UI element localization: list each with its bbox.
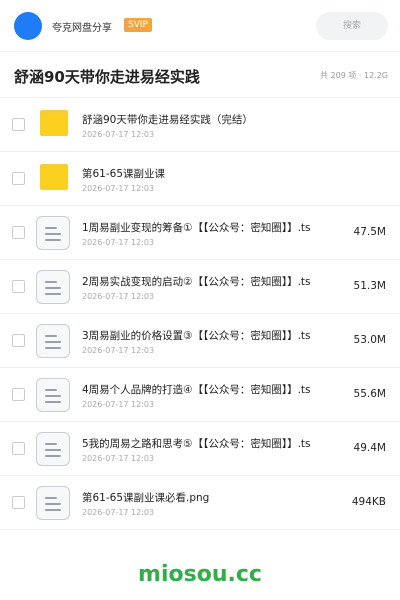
file-name[interactable]: 舒涵90天带你走进易经实践（完结） — [82, 112, 253, 127]
file-name[interactable]: 1周易副业变现的筹备①【【公众号：密知圈】】.ts — [82, 220, 311, 235]
avatar[interactable] — [14, 12, 42, 40]
select-checkbox[interactable] — [12, 388, 25, 401]
share-name: 夸克网盘分享 — [52, 23, 112, 34]
list-item[interactable]: 1周易副业变现的筹备①【【公众号：密知圈】】.ts 2026-07-17 12:… — [0, 206, 400, 260]
document-icon — [36, 216, 70, 250]
file-summary: 共 209 项 · 12.2G — [320, 71, 388, 80]
file-date: 2026-07-17 12:03 — [82, 292, 155, 301]
document-icon — [36, 378, 70, 412]
file-size: 55.6M — [353, 388, 386, 400]
folder-icon — [40, 164, 68, 190]
watermark: miosou.cc — [138, 562, 262, 587]
file-date: 2026-07-17 12:03 — [82, 130, 155, 139]
document-icon — [36, 486, 70, 520]
list-item[interactable]: 4周易个人品牌的打造④【【公众号：密知圈】】.ts 2026-07-17 12:… — [0, 368, 400, 422]
list-item[interactable]: 2周易实战变现的启动②【【公众号：密知圈】】.ts 2026-07-17 12:… — [0, 260, 400, 314]
page-title: 舒涵90天带你走进易经实践 — [14, 68, 200, 86]
list-item[interactable]: 3周易副业的价格设置③【【公众号：密知圈】】.ts 2026-07-17 12:… — [0, 314, 400, 368]
file-date: 2026-07-17 12:03 — [82, 184, 155, 193]
document-icon — [36, 324, 70, 358]
document-icon — [36, 432, 70, 466]
folder-icon — [40, 110, 68, 136]
file-size: 53.0M — [353, 334, 386, 346]
file-name[interactable]: 第61-65课副业课必看.png — [82, 490, 209, 505]
file-name[interactable]: 4周易个人品牌的打造④【【公众号：密知圈】】.ts — [82, 382, 311, 397]
file-size: 49.4M — [353, 442, 386, 454]
select-checkbox[interactable] — [12, 334, 25, 347]
file-date: 2026-07-17 12:03 — [82, 508, 155, 517]
select-checkbox[interactable] — [12, 118, 25, 131]
file-size: 51.3M — [353, 280, 386, 292]
list-item[interactable]: 第61-65课副业课必看.png 2026-07-17 12:03 494KB — [0, 476, 400, 530]
app-header: 夸克网盘分享 SVIP 搜索 — [0, 0, 400, 52]
file-date: 2026-07-17 12:03 — [82, 400, 155, 409]
file-date: 2026-07-17 12:03 — [82, 454, 155, 463]
list-item[interactable]: 第61-65课副业课 2026-07-17 12:03 — [0, 152, 400, 206]
file-name[interactable]: 5我的周易之路和思考⑤【【公众号：密知圈】】.ts — [82, 436, 311, 451]
select-checkbox[interactable] — [12, 442, 25, 455]
file-name[interactable]: 3周易副业的价格设置③【【公众号：密知圈】】.ts — [82, 328, 311, 343]
file-name[interactable]: 2周易实战变现的启动②【【公众号：密知圈】】.ts — [82, 274, 311, 289]
svip-badge: SVIP — [124, 18, 152, 32]
file-name[interactable]: 第61-65课副业课 — [82, 166, 165, 181]
file-list: 舒涵90天带你走进易经实践（完结） 2026-07-17 12:03 第61-6… — [0, 98, 400, 530]
select-checkbox[interactable] — [12, 280, 25, 293]
file-date: 2026-07-17 12:03 — [82, 238, 155, 247]
search-placeholder: 搜索 — [342, 21, 361, 31]
document-icon — [36, 270, 70, 304]
list-item[interactable]: 舒涵90天带你走进易经实践（完结） 2026-07-17 12:03 — [0, 98, 400, 152]
file-date: 2026-07-17 12:03 — [82, 346, 155, 355]
file-size: 494KB — [351, 496, 386, 508]
title-bar: 舒涵90天带你走进易经实践 共 209 项 · 12.2G — [0, 52, 400, 98]
select-checkbox[interactable] — [12, 496, 25, 509]
file-size: 47.5M — [353, 226, 386, 238]
list-item[interactable]: 5我的周易之路和思考⑤【【公众号：密知圈】】.ts 2026-07-17 12:… — [0, 422, 400, 476]
select-checkbox[interactable] — [12, 226, 25, 239]
select-checkbox[interactable] — [12, 172, 25, 185]
search-input[interactable]: 搜索 — [316, 12, 388, 40]
